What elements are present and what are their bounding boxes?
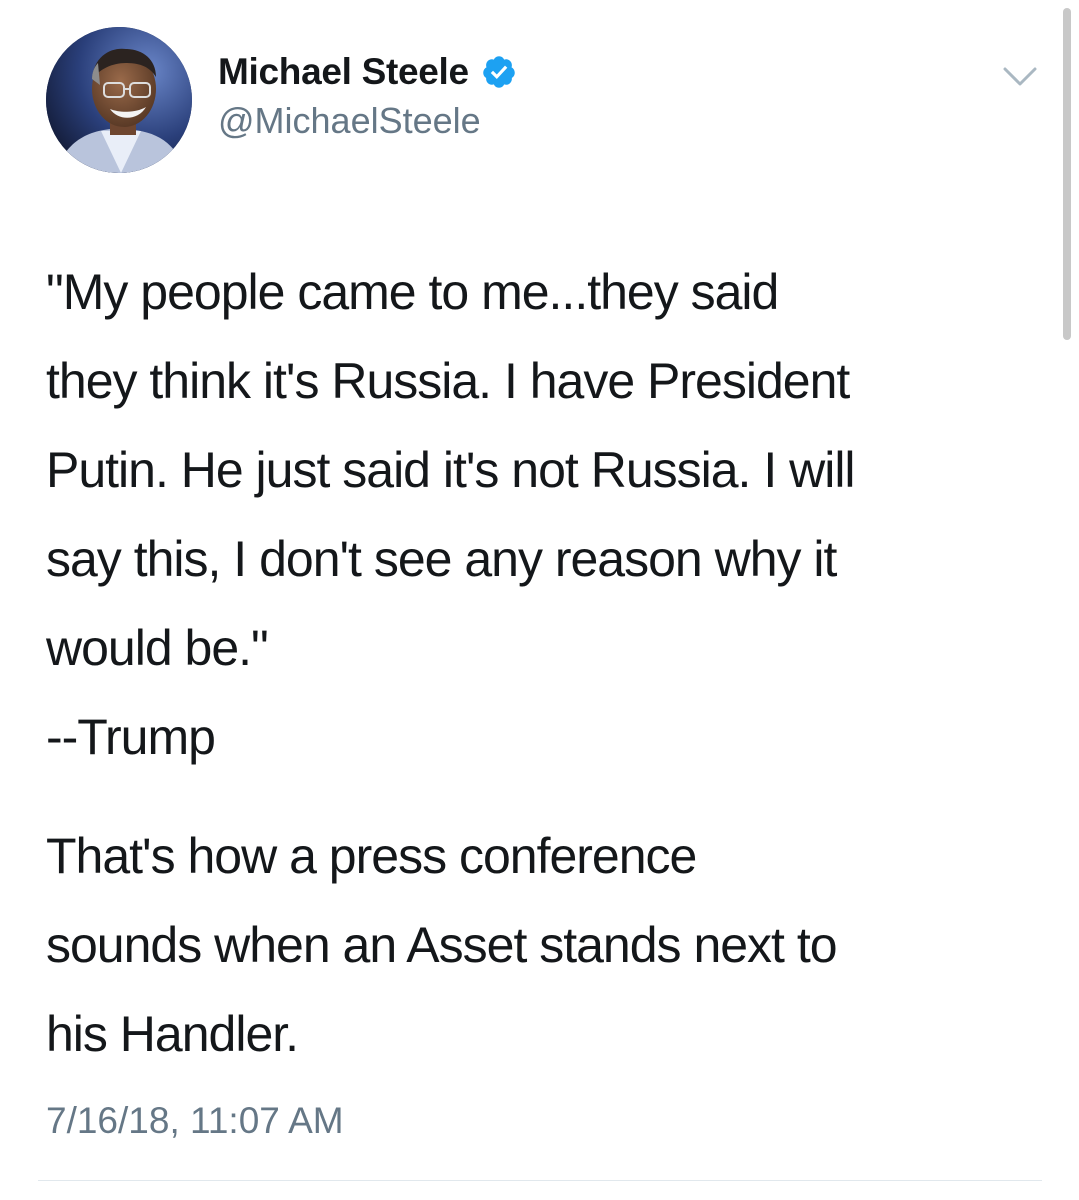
tweet-text-line: his Handler. bbox=[46, 1006, 299, 1062]
divider bbox=[38, 1180, 1042, 1181]
tweet-card: Michael Steele @MichaelSteele "My people… bbox=[0, 0, 1079, 1200]
tweet-quote-text: "My people came to me...they said they t… bbox=[46, 248, 1036, 782]
tweet-text-line: Putin. He just said it's not Russia. I w… bbox=[46, 442, 856, 498]
tweet-text-line: sounds when an Asset stands next to bbox=[46, 917, 838, 973]
tweet-text-line: say this, I don't see any reason why it bbox=[46, 531, 837, 587]
chevron-down-icon[interactable] bbox=[1002, 64, 1038, 90]
tweet-text-line: --Trump bbox=[46, 709, 216, 765]
tweet-comment-text: That's how a press conference sounds whe… bbox=[46, 812, 1036, 1079]
author-name-row[interactable]: Michael Steele bbox=[218, 48, 517, 96]
tweet-timestamp[interactable]: 7/16/18, 11:07 AM bbox=[46, 1100, 344, 1142]
tweet-text-line: That's how a press conference bbox=[46, 828, 697, 884]
author-display-name[interactable]: Michael Steele bbox=[218, 51, 469, 93]
tweet-text-line: "My people came to me...they said bbox=[46, 264, 779, 320]
tweet-text-line: would be." bbox=[46, 620, 269, 676]
avatar[interactable] bbox=[46, 27, 192, 173]
avatar-photo bbox=[46, 27, 192, 173]
verified-badge-icon bbox=[483, 56, 515, 88]
scrollbar[interactable] bbox=[1063, 8, 1071, 340]
author-handle[interactable]: @MichaelSteele bbox=[218, 100, 481, 142]
tweet-text-line: they think it's Russia. I have President bbox=[46, 353, 850, 409]
